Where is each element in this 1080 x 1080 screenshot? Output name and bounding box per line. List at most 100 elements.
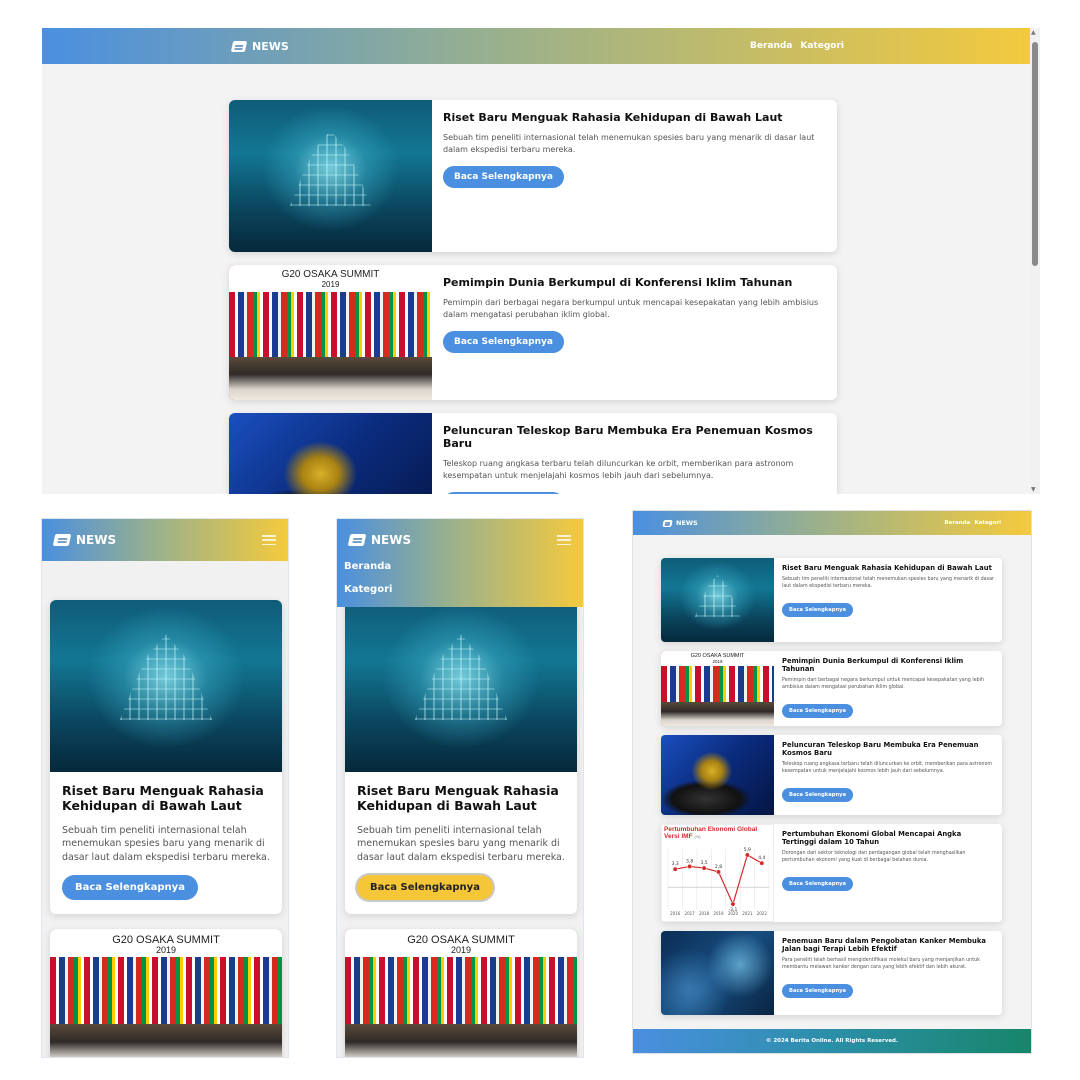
navbar: NEWS Beranda Kategori <box>42 28 1040 64</box>
article-summary: Teleskop ruang angkasa terbaru telah dil… <box>443 459 794 480</box>
news-card: G20 OSAKA SUMMIT 2019 Pemimpin Dunia Ber… <box>229 265 837 400</box>
navbar: NEWS <box>42 519 288 561</box>
chart-data-label: 3,3 <box>672 861 679 867</box>
news-card: G20 OSAKA SUMMIT 2019 <box>50 929 282 1057</box>
chart-title: Pertumbuhan Ekonomi Global Versi IMF (%) <box>664 826 758 840</box>
footer: © 2024 Berita Online. All Rights Reserve… <box>633 1029 1031 1053</box>
mobile-menu: Beranda Kategori <box>337 561 583 595</box>
brand-logo[interactable]: NEWS <box>52 533 117 547</box>
chart-data-label: 3,8 <box>686 858 693 864</box>
newspaper-icon <box>230 40 248 52</box>
menu-item-kategori[interactable]: Kategori <box>344 584 576 595</box>
brand-logo[interactable]: NEWS <box>230 40 289 53</box>
article-title: Penemuan Baru dalam Pengobatan Kanker Me… <box>782 937 986 953</box>
chart-tick-label: 2018 <box>699 911 710 916</box>
article-image <box>661 931 774 1015</box>
image-caption: G20 OSAKA SUMMIT 2019 <box>281 269 380 289</box>
article-summary: Para peneliti telah berhasil mengidentif… <box>782 957 980 970</box>
article-image: G20 OSAKA SUMMIT 2019 <box>229 265 432 400</box>
navbar: NEWS <box>337 519 583 561</box>
scrollbar-thumb[interactable] <box>1032 42 1038 266</box>
menu-item-beranda[interactable]: Beranda <box>344 561 576 572</box>
read-more-button[interactable]: Baca Selengkapnya <box>782 876 854 891</box>
brand-name: NEWS <box>371 533 412 547</box>
brand-logo[interactable]: NEWS <box>662 519 698 527</box>
chart-data-label: 5,9 <box>744 847 751 853</box>
news-feed: Riset Baru Menguak Rahasia Kehidupan di … <box>661 558 1002 1024</box>
nav-link-kategori[interactable]: Kategori <box>974 520 1001 526</box>
article-title: Riset Baru Menguak Rahasia Kehidupan di … <box>357 783 559 813</box>
read-more-button[interactable]: Baca Selengkapnya <box>782 983 854 998</box>
brand-name: NEWS <box>76 533 117 547</box>
chart-point <box>716 869 721 875</box>
chart-point <box>687 864 693 869</box>
article-title: Pemimpin Dunia Berkumpul di Konferensi I… <box>782 657 964 673</box>
read-more-button[interactable]: Baca Selengkapnya <box>443 331 564 354</box>
article-summary: Teleskop ruang angkasa terbaru telah dil… <box>782 761 993 774</box>
article-image <box>345 600 577 772</box>
nav-link-kategori[interactable]: Kategori <box>800 41 844 51</box>
scroll-up-arrow-icon[interactable]: ▲ <box>1031 29 1036 36</box>
news-card: Riset Baru Menguak Rahasia Kehidupan di … <box>661 558 1002 642</box>
read-more-button[interactable]: Baca Selengkapnya <box>782 787 854 802</box>
news-feed: Riset Baru Menguak Rahasia Kehidupan di … <box>229 100 837 494</box>
mobile-nav-dropdown: NEWS Beranda Kategori <box>337 519 583 607</box>
article-image-chart: Pertumbuhan Ekonomi Global Versi IMF (%)… <box>661 824 774 922</box>
article-image: G20 OSAKA SUMMIT 2019 <box>345 929 577 1057</box>
chart-tick-label: 2022 <box>757 911 768 916</box>
scrollbar[interactable]: ▲ ▼ <box>1030 28 1040 494</box>
desktop-full-view: NEWS Beranda Kategori Riset Baru Menguak… <box>632 510 1032 1054</box>
article-summary: Sebuah tim peneliti internasional telah … <box>357 824 565 864</box>
news-card: G20 OSAKA SUMMIT 2019 Pemimpin Dunia Ber… <box>661 651 1002 726</box>
newspaper-icon <box>52 534 72 546</box>
article-title: Riset Baru Menguak Rahasia Kehidupan di … <box>62 783 264 813</box>
mobile-view-menu-open: NEWS Beranda Kategori Riset Baru Menguak… <box>336 518 584 1058</box>
read-more-button[interactable]: Baca Selengkapnya <box>62 874 198 900</box>
footer-text: © 2024 Berita Online. All Rights Reserve… <box>765 1038 899 1044</box>
news-card: Pertumbuhan Ekonomi Global Versi IMF (%)… <box>661 824 1002 922</box>
read-more-button[interactable]: Baca Selengkapnya <box>443 492 564 494</box>
chart-point <box>701 865 707 871</box>
brand-logo[interactable]: NEWS <box>347 533 412 547</box>
scroll-down-arrow-icon[interactable]: ▼ <box>1031 486 1036 493</box>
news-card: Peluncuran Teleskop Baru Membuka Era Pen… <box>229 413 837 494</box>
desktop-view: NEWS Beranda Kategori Riset Baru Menguak… <box>42 28 1040 494</box>
article-image <box>50 600 282 772</box>
chart-point <box>730 901 736 907</box>
brand-name: NEWS <box>676 519 698 527</box>
news-card: Riset Baru Menguak Rahasia Kehidupan di … <box>229 100 837 252</box>
read-more-button[interactable]: Baca Selengkapnya <box>357 874 493 900</box>
article-summary: Sebuah tim peneliti internasional telah … <box>782 576 994 589</box>
chart-data-label: 4,4 <box>758 855 765 861</box>
chart-tick-label: 2020 <box>728 911 739 916</box>
nav-link-beranda[interactable]: Beranda <box>944 520 970 526</box>
hamburger-menu-icon[interactable] <box>262 535 276 545</box>
hamburger-menu-icon[interactable] <box>557 535 571 545</box>
article-title: Riset Baru Menguak Rahasia Kehidupan di … <box>782 564 992 572</box>
chart-point <box>759 860 765 866</box>
nav-link-beranda[interactable]: Beranda <box>750 41 792 51</box>
read-more-button[interactable]: Baca Selengkapnya <box>443 166 564 189</box>
chart-point <box>744 852 750 858</box>
image-caption: G20 OSAKA SUMMIT 2019 <box>112 933 220 956</box>
article-image: G20 OSAKA SUMMIT 2019 <box>661 651 774 726</box>
newspaper-icon <box>347 534 367 546</box>
mobile-view: NEWS Riset Baru Menguak Rahasia Kehidupa… <box>41 518 289 1058</box>
news-card: G20 OSAKA SUMMIT 2019 <box>345 929 577 1057</box>
article-summary: Sebuah tim peneliti internasional telah … <box>443 133 815 154</box>
article-title: Riset Baru Menguak Rahasia Kehidupan di … <box>443 111 783 124</box>
image-caption: G20 OSAKA SUMMIT 2019 <box>690 653 745 664</box>
navbar: NEWS Beranda Kategori <box>633 511 1031 535</box>
nav-links: Beranda Kategori <box>750 41 844 51</box>
article-title: Peluncuran Teleskop Baru Membuka Era Pen… <box>443 424 813 450</box>
read-more-button[interactable]: Baca Selengkapnya <box>782 703 854 718</box>
read-more-button[interactable]: Baca Selengkapnya <box>782 602 854 617</box>
chart-point <box>672 866 678 872</box>
chart-tick-label: 2019 <box>713 911 724 916</box>
article-summary: Pemimpin dari berbagai negara berkumpul … <box>443 298 819 319</box>
article-image <box>229 100 432 252</box>
chart-tick-label: 2016 <box>670 911 681 916</box>
chart-tick-label: 2017 <box>685 911 696 916</box>
article-image <box>661 735 774 815</box>
news-card: Riset Baru Menguak Rahasia Kehidupan di … <box>50 600 282 914</box>
